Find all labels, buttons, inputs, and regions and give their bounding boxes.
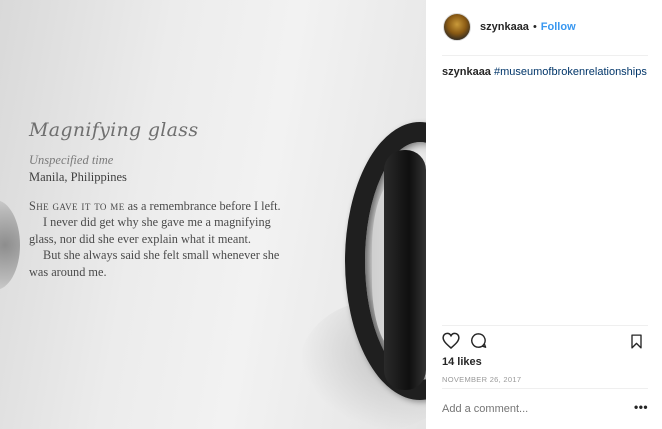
post-photo[interactable]: Magnifying glass Unspecified time Manila… xyxy=(0,0,426,429)
more-options-icon[interactable]: ••• xyxy=(634,400,648,414)
book-page-subtitle: Unspecified time xyxy=(29,153,114,167)
comment-input[interactable] xyxy=(442,403,612,415)
book-lead-smallcaps: She gave it to me xyxy=(29,199,125,213)
book-paragraph: But she always said she felt small whene… xyxy=(29,248,280,279)
book-paragraph: I never did get why she gave me a magnif… xyxy=(29,215,271,246)
header-username[interactable]: szynkaaa xyxy=(480,21,529,33)
post-sidebar: szynkaaa • Follow szynkaaa #museumofbrok… xyxy=(426,0,662,429)
post-date: NOVEMBER 26, 2017 xyxy=(442,375,522,384)
post-actions xyxy=(442,332,487,349)
comment-divider xyxy=(442,388,648,389)
caption-hashtag[interactable]: #museumofbrokenrelationships xyxy=(494,66,647,78)
book-paragraph: She gave it to me as a remembrance befor… xyxy=(29,198,299,214)
photo-object-shadow xyxy=(0,200,20,290)
comment-icon[interactable] xyxy=(470,332,487,349)
header-separator: • xyxy=(532,21,537,33)
likes-count[interactable]: 14 likes xyxy=(442,356,482,368)
bookmark-icon[interactable] xyxy=(630,334,643,349)
book-page-body: She gave it to me as a remembrance befor… xyxy=(29,198,299,280)
post-caption: szynkaaa #museumofbrokenrelationships xyxy=(442,66,647,78)
heart-icon[interactable] xyxy=(442,332,460,349)
book-lead-rest: as a remembrance before I left. xyxy=(124,199,281,213)
actions-divider xyxy=(442,325,648,326)
follow-button[interactable]: Follow xyxy=(541,21,576,33)
header-divider xyxy=(442,55,648,56)
post-header: szynkaaa • Follow xyxy=(443,13,576,41)
book-page-location: Manila, Philippines xyxy=(29,170,127,184)
avatar[interactable] xyxy=(443,13,471,41)
book-page-title: Magnifying glass xyxy=(29,119,199,141)
ring-band xyxy=(384,150,426,390)
caption-username[interactable]: szynkaaa xyxy=(442,66,491,78)
